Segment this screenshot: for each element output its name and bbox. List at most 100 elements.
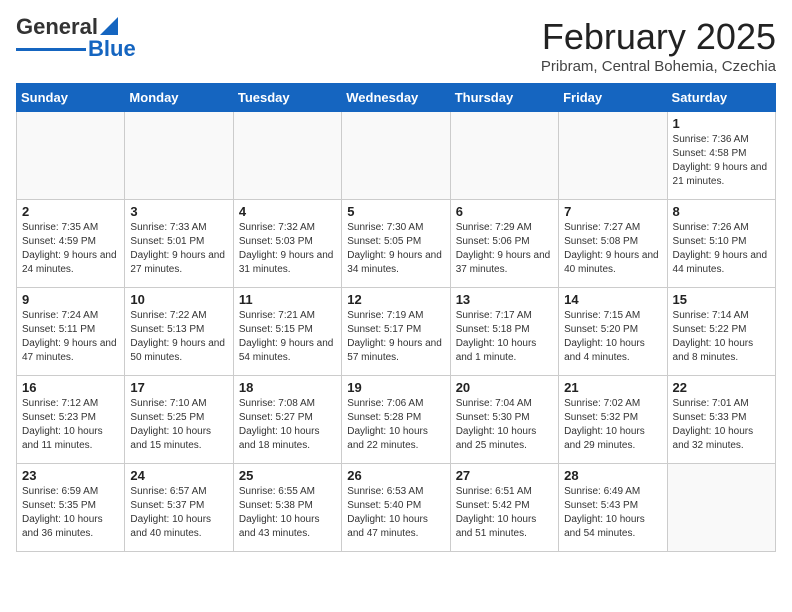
logo-triangle-icon: [100, 17, 118, 35]
day-info: Sunrise: 7:01 AM Sunset: 5:33 PM Dayligh…: [673, 397, 770, 453]
calendar-cell: 17 Sunrise: 7:10 AM Sunset: 5:25 PM Dayli…: [125, 376, 233, 464]
calendar-cell: 8 Sunrise: 7:26 AM Sunset: 5:10 PM Daylig…: [667, 200, 775, 288]
day-number: 26: [347, 468, 444, 483]
calendar-cell: 7 Sunrise: 7:27 AM Sunset: 5:08 PM Daylig…: [559, 200, 667, 288]
day-number: 18: [239, 380, 336, 395]
week-row-5: 23 Sunrise: 6:59 AM Sunset: 5:35 PM Dayli…: [17, 464, 776, 552]
calendar-cell: 23 Sunrise: 6:59 AM Sunset: 5:35 PM Dayli…: [17, 464, 125, 552]
calendar-cell: 18 Sunrise: 7:08 AM Sunset: 5:27 PM Dayli…: [233, 376, 341, 464]
logo-blue: Blue: [88, 36, 136, 62]
month-year-title: February 2025: [541, 16, 776, 58]
day-info: Sunrise: 6:51 AM Sunset: 5:42 PM Dayligh…: [456, 485, 553, 541]
logo-general: General: [16, 16, 98, 38]
day-number: 22: [673, 380, 770, 395]
calendar-cell: 19 Sunrise: 7:06 AM Sunset: 5:28 PM Dayli…: [342, 376, 450, 464]
day-info: Sunrise: 7:32 AM Sunset: 5:03 PM Dayligh…: [239, 221, 336, 277]
calendar-cell: [233, 112, 341, 200]
weekday-header-tuesday: Tuesday: [233, 84, 341, 112]
day-number: 9: [22, 292, 119, 307]
calendar-cell: 20 Sunrise: 7:04 AM Sunset: 5:30 PM Dayli…: [450, 376, 558, 464]
week-row-4: 16 Sunrise: 7:12 AM Sunset: 5:23 PM Dayli…: [17, 376, 776, 464]
day-info: Sunrise: 6:49 AM Sunset: 5:43 PM Dayligh…: [564, 485, 661, 541]
day-info: Sunrise: 7:10 AM Sunset: 5:25 PM Dayligh…: [130, 397, 227, 453]
day-number: 10: [130, 292, 227, 307]
day-info: Sunrise: 7:24 AM Sunset: 5:11 PM Dayligh…: [22, 309, 119, 365]
calendar-cell: 2Sunrise: 7:35 AM Sunset: 4:59 PM Daylig…: [17, 200, 125, 288]
day-info: Sunrise: 7:22 AM Sunset: 5:13 PM Dayligh…: [130, 309, 227, 365]
day-number: 3: [130, 204, 227, 219]
calendar-cell: 3 Sunrise: 7:33 AM Sunset: 5:01 PM Daylig…: [125, 200, 233, 288]
calendar-cell: 4 Sunrise: 7:32 AM Sunset: 5:03 PM Daylig…: [233, 200, 341, 288]
day-info: Sunrise: 7:19 AM Sunset: 5:17 PM Dayligh…: [347, 309, 444, 365]
day-info: Sunrise: 7:33 AM Sunset: 5:01 PM Dayligh…: [130, 221, 227, 277]
week-row-1: 1Sunrise: 7:36 AM Sunset: 4:58 PM Daylig…: [17, 112, 776, 200]
calendar-cell: 16 Sunrise: 7:12 AM Sunset: 5:23 PM Dayli…: [17, 376, 125, 464]
day-info: Sunrise: 7:08 AM Sunset: 5:27 PM Dayligh…: [239, 397, 336, 453]
day-number: 16: [22, 380, 119, 395]
week-row-2: 2Sunrise: 7:35 AM Sunset: 4:59 PM Daylig…: [17, 200, 776, 288]
weekday-header-friday: Friday: [559, 84, 667, 112]
calendar-cell: 22 Sunrise: 7:01 AM Sunset: 5:33 PM Dayli…: [667, 376, 775, 464]
day-info: Sunrise: 6:53 AM Sunset: 5:40 PM Dayligh…: [347, 485, 444, 541]
logo-underline: [16, 48, 86, 51]
day-info: Sunrise: 6:57 AM Sunset: 5:37 PM Dayligh…: [130, 485, 227, 541]
day-info: Sunrise: 6:55 AM Sunset: 5:38 PM Dayligh…: [239, 485, 336, 541]
calendar-cell: 28 Sunrise: 6:49 AM Sunset: 5:43 PM Dayli…: [559, 464, 667, 552]
calendar-cell: 1Sunrise: 7:36 AM Sunset: 4:58 PM Daylig…: [667, 112, 775, 200]
calendar-cell: [342, 112, 450, 200]
day-info: Sunrise: 7:27 AM Sunset: 5:08 PM Dayligh…: [564, 221, 661, 277]
calendar-cell: 12 Sunrise: 7:19 AM Sunset: 5:17 PM Dayli…: [342, 288, 450, 376]
day-number: 4: [239, 204, 336, 219]
calendar-cell: [125, 112, 233, 200]
calendar-cell: [559, 112, 667, 200]
title-section: February 2025 Pribram, Central Bohemia, …: [541, 16, 776, 75]
calendar-cell: 25 Sunrise: 6:55 AM Sunset: 5:38 PM Dayli…: [233, 464, 341, 552]
calendar-cell: 14 Sunrise: 7:15 AM Sunset: 5:20 PM Dayli…: [559, 288, 667, 376]
day-info: Sunrise: 7:02 AM Sunset: 5:32 PM Dayligh…: [564, 397, 661, 453]
day-number: 12: [347, 292, 444, 307]
day-info: Sunrise: 7:26 AM Sunset: 5:10 PM Dayligh…: [673, 221, 770, 277]
weekday-header-thursday: Thursday: [450, 84, 558, 112]
page-header: General Blue February 2025 Pribram, Cent…: [16, 16, 776, 75]
calendar-cell: 5 Sunrise: 7:30 AM Sunset: 5:05 PM Daylig…: [342, 200, 450, 288]
day-number: 17: [130, 380, 227, 395]
day-number: 14: [564, 292, 661, 307]
day-info: Sunrise: 7:14 AM Sunset: 5:22 PM Dayligh…: [673, 309, 770, 365]
weekday-header-wednesday: Wednesday: [342, 84, 450, 112]
day-number: 21: [564, 380, 661, 395]
calendar-table: SundayMondayTuesdayWednesdayThursdayFrid…: [16, 83, 776, 552]
day-info: Sunrise: 7:29 AM Sunset: 5:06 PM Dayligh…: [456, 221, 553, 277]
calendar-cell: 10 Sunrise: 7:22 AM Sunset: 5:13 PM Dayli…: [125, 288, 233, 376]
day-number: 25: [239, 468, 336, 483]
weekday-header-monday: Monday: [125, 84, 233, 112]
location-subtitle: Pribram, Central Bohemia, Czechia: [541, 58, 776, 75]
day-number: 11: [239, 292, 336, 307]
day-info: Sunrise: 6:59 AM Sunset: 5:35 PM Dayligh…: [22, 485, 119, 541]
day-number: 27: [456, 468, 553, 483]
day-number: 13: [456, 292, 553, 307]
day-number: 7: [564, 204, 661, 219]
week-row-3: 9 Sunrise: 7:24 AM Sunset: 5:11 PM Daylig…: [17, 288, 776, 376]
day-number: 20: [456, 380, 553, 395]
calendar-cell: 11 Sunrise: 7:21 AM Sunset: 5:15 PM Dayli…: [233, 288, 341, 376]
day-info: Sunrise: 7:30 AM Sunset: 5:05 PM Dayligh…: [347, 221, 444, 277]
logo: General Blue: [16, 16, 136, 62]
weekday-header-sunday: Sunday: [17, 84, 125, 112]
day-number: 24: [130, 468, 227, 483]
day-info: Sunrise: 7:21 AM Sunset: 5:15 PM Dayligh…: [239, 309, 336, 365]
day-info: Sunrise: 7:15 AM Sunset: 5:20 PM Dayligh…: [564, 309, 661, 365]
calendar-cell: 24 Sunrise: 6:57 AM Sunset: 5:37 PM Dayli…: [125, 464, 233, 552]
calendar-cell: 6Sunrise: 7:29 AM Sunset: 5:06 PM Daylig…: [450, 200, 558, 288]
day-info: Sunrise: 7:04 AM Sunset: 5:30 PM Dayligh…: [456, 397, 553, 453]
day-number: 8: [673, 204, 770, 219]
calendar-cell: 13 Sunrise: 7:17 AM Sunset: 5:18 PM Dayli…: [450, 288, 558, 376]
day-info: Sunrise: 7:36 AM Sunset: 4:58 PM Dayligh…: [673, 133, 770, 189]
day-number: 5: [347, 204, 444, 219]
day-number: 28: [564, 468, 661, 483]
day-number: 23: [22, 468, 119, 483]
day-info: Sunrise: 7:35 AM Sunset: 4:59 PM Dayligh…: [22, 221, 119, 277]
day-info: Sunrise: 7:06 AM Sunset: 5:28 PM Dayligh…: [347, 397, 444, 453]
day-info: Sunrise: 7:12 AM Sunset: 5:23 PM Dayligh…: [22, 397, 119, 453]
day-number: 19: [347, 380, 444, 395]
day-info: Sunrise: 7:17 AM Sunset: 5:18 PM Dayligh…: [456, 309, 553, 365]
